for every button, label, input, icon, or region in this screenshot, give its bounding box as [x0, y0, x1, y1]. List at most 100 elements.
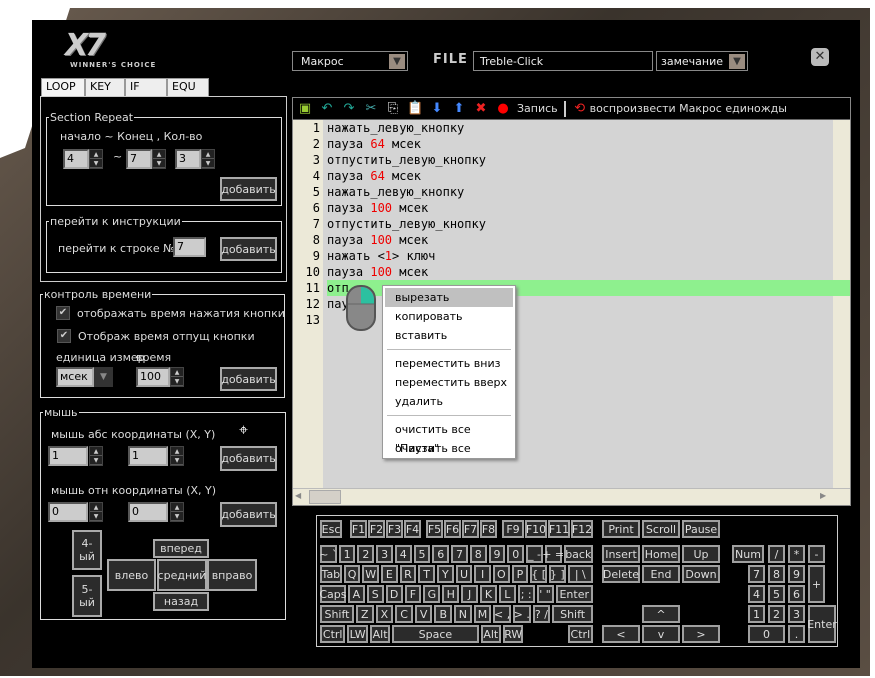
- key[interactable]: 7: [451, 545, 468, 563]
- menu-item[interactable]: копировать: [385, 307, 513, 326]
- key[interactable]: Enter: [555, 585, 593, 603]
- key[interactable]: I: [474, 565, 491, 583]
- tab-if[interactable]: IF: [125, 78, 167, 96]
- cut-icon[interactable]: ✂: [363, 101, 379, 116]
- mouse-forward-button[interactable]: вперед: [153, 539, 209, 558]
- key[interactable]: Y: [436, 565, 454, 583]
- code-line[interactable]: пауза 100 мсек: [327, 232, 850, 248]
- key[interactable]: O: [492, 565, 510, 583]
- code-line[interactable]: пауза 64 мсек: [327, 168, 850, 184]
- crosshair-icon[interactable]: ⌖: [239, 420, 248, 440]
- key[interactable]: < ,: [493, 605, 511, 623]
- rel-x-input[interactable]: 0: [48, 502, 88, 522]
- key[interactable]: Z: [355, 605, 374, 623]
- key[interactable]: LW: [347, 625, 368, 643]
- key[interactable]: K: [480, 585, 497, 603]
- tab-loop[interactable]: LOOP: [41, 78, 85, 97]
- chevron-down-icon[interactable]: ▼: [389, 54, 405, 69]
- key[interactable]: v: [642, 625, 680, 643]
- key[interactable]: >: [682, 625, 720, 643]
- code-line[interactable]: отпустить_левую_кнопку: [327, 152, 850, 168]
- key[interactable]: T: [418, 565, 435, 583]
- menu-item[interactable]: очистить все: [385, 439, 513, 458]
- code-line[interactable]: нажать_левую_кнопку: [327, 120, 850, 136]
- key[interactable]: F8: [480, 520, 497, 538]
- key[interactable]: N: [454, 605, 472, 623]
- key[interactable]: _ -: [526, 545, 543, 563]
- mode-dropdown[interactable]: Макрос ▼: [292, 51, 408, 71]
- rel-x-spinner[interactable]: ▲ ▼: [89, 502, 103, 522]
- key[interactable]: Enter: [807, 605, 837, 643]
- key[interactable]: Alt: [369, 625, 391, 643]
- key[interactable]: Home: [642, 545, 680, 563]
- code-line[interactable]: пауза 64 мсек: [327, 136, 850, 152]
- key[interactable]: Scroll: [642, 520, 680, 538]
- key[interactable]: 8: [469, 545, 487, 563]
- key[interactable]: F1: [350, 520, 367, 538]
- scroll-left-icon[interactable]: ◀: [295, 491, 307, 500]
- key[interactable]: Num: [732, 545, 764, 563]
- show-press-checkbox[interactable]: ✔: [56, 306, 70, 320]
- show-release-checkbox[interactable]: ✔: [57, 329, 71, 343]
- key[interactable]: | \: [567, 565, 594, 583]
- key[interactable]: L: [498, 585, 516, 603]
- key[interactable]: Print: [602, 520, 640, 538]
- add-rel-button[interactable]: добавить: [220, 502, 277, 527]
- key[interactable]: F: [404, 585, 422, 603]
- key[interactable]: 5: [768, 585, 785, 603]
- abs-y-input[interactable]: 1: [128, 446, 168, 466]
- record-button[interactable]: Запись: [517, 102, 558, 115]
- key[interactable]: 7: [748, 565, 765, 583]
- key[interactable]: R: [399, 565, 417, 583]
- key[interactable]: Delete: [602, 565, 640, 583]
- rel-y-spinner[interactable]: ▲ ▼: [170, 502, 184, 522]
- key[interactable]: E: [381, 565, 398, 583]
- key[interactable]: U: [455, 565, 473, 583]
- mouse-button-4[interactable]: 4-ый: [72, 530, 102, 570]
- key[interactable]: > .: [512, 605, 531, 623]
- key[interactable]: Space: [392, 625, 479, 643]
- start-input[interactable]: 4: [63, 149, 89, 169]
- key[interactable]: <: [602, 625, 640, 643]
- key[interactable]: Shift: [552, 605, 593, 623]
- key[interactable]: Esc: [320, 520, 342, 538]
- key[interactable]: 0: [507, 545, 525, 563]
- key[interactable]: F12: [571, 520, 593, 538]
- key[interactable]: Alt: [480, 625, 501, 643]
- key[interactable]: + =: [542, 545, 564, 563]
- chevron-down-icon[interactable]: ▼: [729, 54, 745, 69]
- play-once-icon[interactable]: ⟲: [572, 101, 588, 116]
- menu-item[interactable]: удалить: [385, 392, 513, 411]
- time-input[interactable]: 100: [136, 367, 170, 387]
- abs-x-input[interactable]: 1: [48, 446, 88, 466]
- horizontal-scrollbar[interactable]: ◀ ▶: [293, 488, 850, 505]
- key[interactable]: B: [434, 605, 453, 623]
- key[interactable]: 1: [748, 605, 765, 623]
- abs-y-spinner[interactable]: ▲ ▼: [170, 446, 184, 466]
- add-abs-button[interactable]: добавить: [220, 446, 277, 471]
- move-up-icon[interactable]: ⬆: [451, 101, 467, 116]
- key[interactable]: 3: [788, 605, 805, 623]
- delete-icon[interactable]: ✖: [473, 101, 489, 116]
- end-spinner[interactable]: ▲ ▼: [152, 149, 166, 169]
- key[interactable]: ~ `: [319, 545, 337, 563]
- key[interactable]: H: [442, 585, 460, 603]
- code-line[interactable]: нажать_левую_кнопку: [327, 184, 850, 200]
- goto-line-input[interactable]: 7: [173, 237, 206, 257]
- key[interactable]: 1: [338, 545, 356, 563]
- start-spinner[interactable]: ▲ ▼: [89, 149, 103, 169]
- key[interactable]: Pause: [682, 520, 720, 538]
- key[interactable]: Ctrl: [567, 625, 594, 643]
- key[interactable]: ^: [642, 605, 680, 623]
- key[interactable]: 6: [788, 585, 805, 603]
- add-goto-button[interactable]: добавить: [220, 237, 277, 261]
- key[interactable]: 2: [357, 545, 375, 563]
- key[interactable]: 9: [788, 565, 805, 583]
- code-line[interactable]: нажать <1> ключ: [327, 248, 850, 264]
- key[interactable]: 4: [394, 545, 412, 563]
- abs-x-spinner[interactable]: ▲ ▼: [89, 446, 103, 466]
- key[interactable]: 4: [748, 585, 765, 603]
- add-repeat-button[interactable]: добавить: [220, 177, 277, 201]
- menu-item[interactable]: вырезать: [385, 288, 513, 307]
- key[interactable]: 3: [376, 545, 393, 563]
